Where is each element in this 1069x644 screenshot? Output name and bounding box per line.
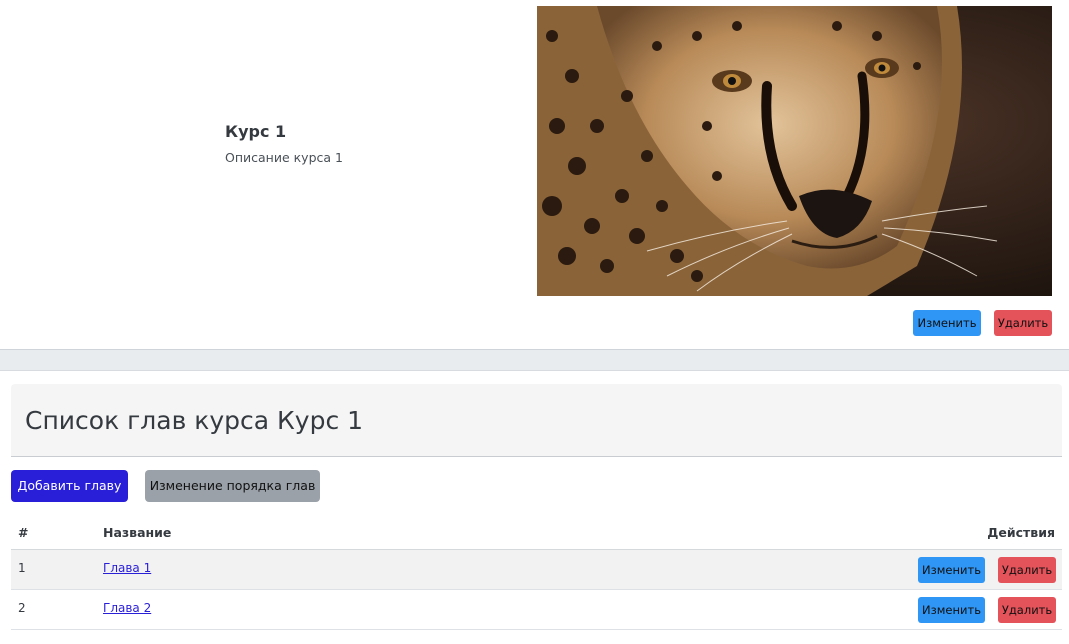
- add-chapter-button[interactable]: Добавить главу: [11, 470, 128, 502]
- row-number: 1: [18, 561, 26, 575]
- chapters-header: Список глав курса Курс 1: [11, 384, 1062, 457]
- column-actions: Действия: [987, 525, 1055, 540]
- table-header: # Название Действия: [11, 516, 1062, 550]
- course-description: Описание курса 1: [225, 150, 343, 165]
- column-name: Название: [103, 525, 172, 540]
- chapter-edit-button[interactable]: Изменить: [918, 557, 985, 583]
- chapter-delete-button[interactable]: Удалить: [998, 597, 1056, 623]
- column-number: #: [18, 525, 29, 540]
- course-image: [537, 6, 1052, 296]
- chapter-link[interactable]: Глава 2: [103, 601, 151, 615]
- course-card: Курс 1 Описание курса 1 Изменить Удалить: [0, 0, 1069, 349]
- table-row: 2 Глава 2 Изменить Удалить: [11, 590, 1062, 630]
- chapter-edit-button[interactable]: Изменить: [918, 597, 985, 623]
- section-divider: [0, 349, 1069, 371]
- chapter-delete-button[interactable]: Удалить: [998, 557, 1056, 583]
- table-row: 1 Глава 1 Изменить Удалить: [11, 550, 1062, 590]
- reorder-chapters-button[interactable]: Изменение порядка глав: [145, 470, 320, 502]
- chapters-title: Список глав курса Курс 1: [25, 406, 364, 435]
- cheetah-image: [537, 6, 1052, 296]
- chapter-link[interactable]: Глава 1: [103, 561, 151, 575]
- course-edit-button[interactable]: Изменить: [913, 310, 981, 336]
- row-number: 2: [18, 601, 26, 615]
- course-delete-button[interactable]: Удалить: [994, 310, 1052, 336]
- course-title: Курс 1: [225, 122, 287, 141]
- course-info: Курс 1 Описание курса 1: [225, 122, 343, 166]
